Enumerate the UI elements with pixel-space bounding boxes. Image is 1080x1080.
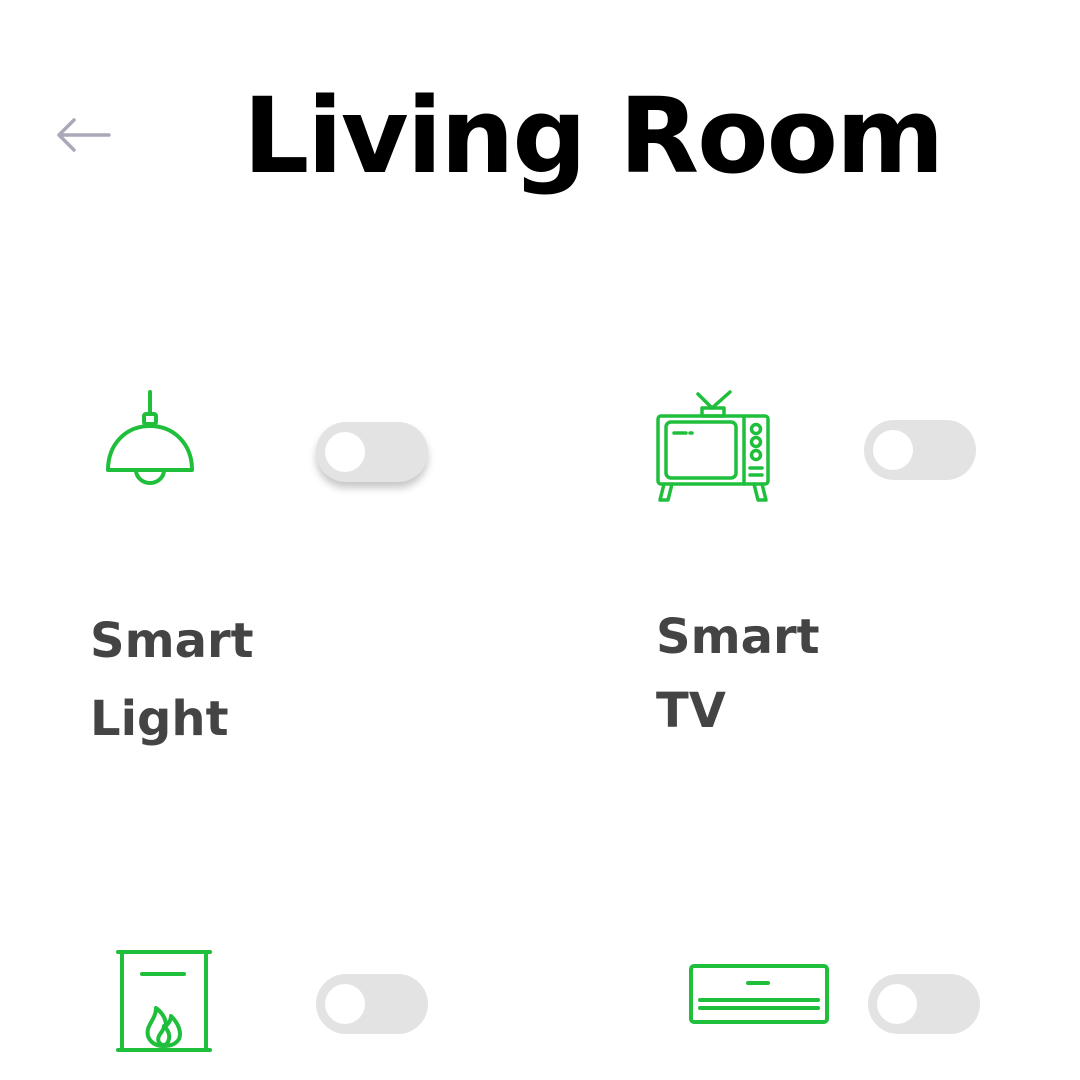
fireplace-icon <box>116 950 212 1052</box>
television-icon <box>656 390 770 502</box>
device-label-line2: TV <box>656 683 726 739</box>
device-label-line2: Light <box>90 691 229 747</box>
air-conditioner-icon <box>689 964 829 1024</box>
toggle-knob <box>325 432 365 472</box>
back-button[interactable] <box>54 112 114 160</box>
device-label-line1: Smart <box>90 613 254 669</box>
toggle-knob <box>873 430 913 470</box>
arrow-left-icon <box>57 118 111 152</box>
toggle-knob <box>325 984 365 1024</box>
smart-tv-toggle[interactable] <box>864 420 976 480</box>
device-label-line1: Smart <box>656 609 820 665</box>
toggle-knob <box>877 984 917 1024</box>
fireplace-toggle[interactable] <box>316 974 428 1034</box>
pendant-lamp-icon <box>106 390 194 485</box>
air-conditioner-toggle[interactable] <box>868 974 980 1034</box>
smart-light-toggle[interactable] <box>316 422 428 482</box>
page-title: Living Room <box>243 75 944 197</box>
